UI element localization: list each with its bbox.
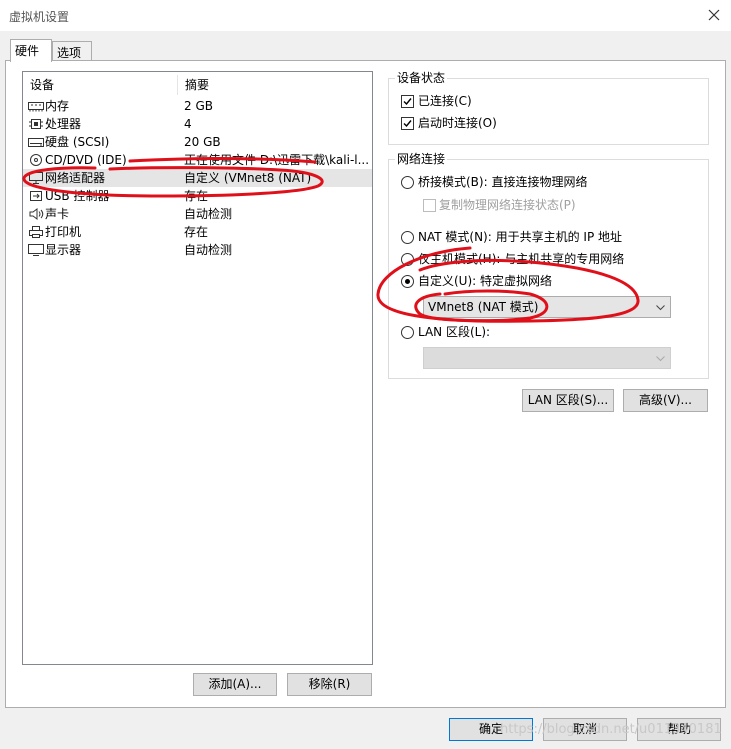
device-status-group <box>388 78 709 145</box>
device-row-processor[interactable]: 处理器 4 <box>23 115 372 133</box>
device-summary: 自定义 (VMnet8 (NAT) <box>184 171 312 185</box>
lan-segment-select[interactable] <box>423 347 671 369</box>
lan-segment-radio[interactable] <box>401 326 414 339</box>
network-adapter-icon <box>29 172 43 184</box>
nat-radio[interactable] <box>401 231 414 244</box>
device-list-header: 设备 摘要 <box>23 75 372 95</box>
device-status-title: 设备状态 <box>395 71 448 85</box>
device-row-memory[interactable]: 内存 2 GB <box>23 97 372 115</box>
tab-options-label: 选项 <box>57 46 82 60</box>
device-name: 打印机 <box>45 225 82 239</box>
monitor-icon <box>28 244 44 256</box>
device-row-printer[interactable]: 打印机 存在 <box>23 223 372 241</box>
device-name: 处理器 <box>45 117 82 131</box>
lan-segment-label[interactable]: LAN 区段(L): <box>418 324 490 340</box>
column-header-device[interactable]: 设备 <box>23 75 178 95</box>
memory-icon <box>28 102 44 112</box>
network-connection-title: 网络连接 <box>395 152 448 166</box>
close-button[interactable] <box>700 2 728 28</box>
column-header-device-label: 设备 <box>30 78 55 92</box>
device-row-display[interactable]: 显示器 自动检测 <box>23 241 372 259</box>
device-name: 声卡 <box>45 207 70 221</box>
device-summary: 自动检测 <box>184 243 233 257</box>
device-summary: 存在 <box>184 189 209 203</box>
custom-radio[interactable] <box>401 275 414 288</box>
sound-card-icon <box>29 208 44 220</box>
cpu-icon <box>29 119 43 129</box>
column-header-summary-label: 摘要 <box>185 78 210 92</box>
connected-checkbox[interactable] <box>401 95 414 108</box>
chevron-down-icon <box>653 300 668 315</box>
device-summary: 自动检测 <box>184 207 233 221</box>
custom-label[interactable]: 自定义(U): 特定虚拟网络 <box>418 273 552 289</box>
nat-label[interactable]: NAT 模式(N): 用于共享主机的 IP 地址 <box>418 229 622 245</box>
custom-network-select[interactable]: VMnet8 (NAT 模式) <box>423 296 671 318</box>
tab-options[interactable]: 选项 <box>52 41 92 62</box>
host-only-radio[interactable] <box>401 253 414 266</box>
chevron-down-icon <box>653 351 668 366</box>
lan-segments-button[interactable]: LAN 区段(S)... <box>522 389 614 412</box>
device-summary: 4 <box>184 117 192 131</box>
device-name: 显示器 <box>45 243 82 257</box>
advanced-button[interactable]: 高级(V)... <box>623 389 708 412</box>
bridged-radio[interactable] <box>401 176 414 189</box>
checkmark-icon <box>403 120 412 128</box>
connect-at-power-on-label[interactable]: 启动时连接(O) <box>418 115 497 131</box>
device-summary: 存在 <box>184 225 209 239</box>
add-device-button[interactable]: 添加(A)... <box>193 673 277 696</box>
replicate-state-label[interactable]: 复制物理网络连接状态(P) <box>439 197 576 213</box>
host-only-label[interactable]: 仅主机模式(H): 与主机共享的专用网络 <box>418 251 624 267</box>
connect-at-power-on-checkbox[interactable] <box>401 117 414 130</box>
column-header-summary[interactable]: 摘要 <box>178 75 372 95</box>
checkmark-icon <box>403 98 412 106</box>
device-summary: 正在使用文件 D:\迅雷下载\kali-l... <box>184 153 370 167</box>
device-name: USB 控制器 <box>45 189 110 203</box>
tab-hardware[interactable]: 硬件 <box>10 39 52 62</box>
tab-hardware-label: 硬件 <box>15 44 40 58</box>
custom-network-value: VMnet8 (NAT 模式) <box>428 300 539 314</box>
close-icon <box>708 9 720 21</box>
device-summary: 20 GB <box>184 135 221 149</box>
title-bar: 虚拟机设置 <box>0 0 731 31</box>
replicate-state-checkbox[interactable] <box>423 199 436 212</box>
device-name: 硬盘 (SCSI) <box>45 135 110 149</box>
hard-disk-icon <box>28 138 44 147</box>
device-row-cd-dvd[interactable]: CD/DVD (IDE) 正在使用文件 D:\迅雷下载\kali-l... <box>23 151 372 169</box>
bridged-label[interactable]: 桥接模式(B): 直接连接物理网络 <box>418 174 587 190</box>
device-name: 网络适配器 <box>45 171 106 185</box>
device-name: CD/DVD (IDE) <box>45 153 127 167</box>
device-row-network-adapter[interactable]: 网络适配器 自定义 (VMnet8 (NAT) <box>23 169 372 187</box>
device-summary: 2 GB <box>184 99 213 113</box>
window-title: 虚拟机设置 <box>9 10 70 24</box>
device-row-usb-controller[interactable]: USB 控制器 存在 <box>23 187 372 205</box>
connected-label[interactable]: 已连接(C) <box>418 93 472 109</box>
device-name: 内存 <box>45 99 70 113</box>
cd-dvd-icon <box>30 154 42 166</box>
device-row-hard-disk[interactable]: 硬盘 (SCSI) 20 GB <box>23 133 372 151</box>
device-row-sound-card[interactable]: 声卡 自动检测 <box>23 205 372 223</box>
usb-icon <box>30 191 42 201</box>
remove-device-button[interactable]: 移除(R) <box>287 673 372 696</box>
watermark-text: https://blog.csdn.net/u011340181 <box>500 722 722 737</box>
printer-icon <box>29 226 43 238</box>
network-connection-group <box>388 159 709 379</box>
